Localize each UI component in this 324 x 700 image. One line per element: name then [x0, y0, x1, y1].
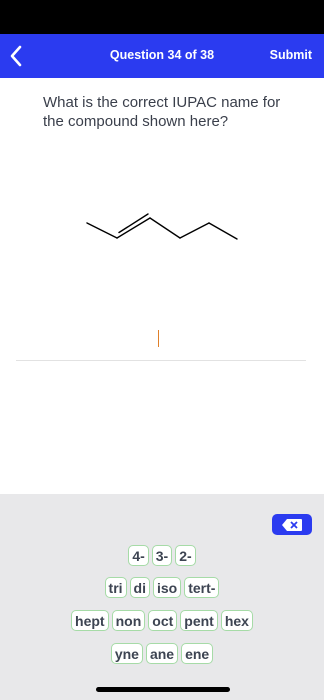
key-row-chain-prefixes: hept non oct pent hex: [0, 610, 324, 631]
key-tert[interactable]: tert-: [184, 577, 220, 598]
backspace-button[interactable]: [272, 514, 312, 535]
key-hex[interactable]: hex: [220, 610, 253, 631]
home-indicator[interactable]: [96, 687, 230, 692]
backspace-icon: [282, 518, 302, 531]
answer-underline: [16, 360, 306, 361]
key-3[interactable]: 3-: [151, 545, 173, 566]
key-pent[interactable]: pent: [180, 610, 218, 631]
key-2[interactable]: 2-: [175, 545, 196, 566]
submit-button[interactable]: Submit: [270, 48, 312, 62]
key-hept[interactable]: hept: [71, 610, 109, 631]
answer-field[interactable]: [16, 320, 306, 361]
question-text: What is the correct IUPAC name for the c…: [43, 94, 281, 130]
key-non[interactable]: non: [111, 610, 146, 631]
key-tri[interactable]: tri: [104, 577, 127, 598]
key-yne[interactable]: yne: [110, 643, 143, 664]
key-ane[interactable]: ane: [145, 643, 179, 664]
molecule-structure: [86, 213, 238, 240]
chemistry-keyboard: 4- 3- 2- tri di iso tert- hept non oct p…: [0, 494, 324, 700]
text-caret: [158, 330, 159, 347]
key-4[interactable]: 4-: [128, 545, 149, 566]
header-bar: Question 34 of 38 Submit: [0, 34, 324, 78]
key-row-multipliers: tri di iso tert-: [0, 577, 324, 598]
key-di[interactable]: di: [129, 577, 150, 598]
key-iso[interactable]: iso: [152, 577, 182, 598]
key-oct[interactable]: oct: [148, 610, 178, 631]
status-bar: [0, 0, 324, 34]
key-row-suffixes: yne ane ene: [0, 643, 324, 664]
key-ene[interactable]: ene: [181, 643, 214, 664]
key-row-locants: 4- 3- 2-: [0, 545, 324, 566]
